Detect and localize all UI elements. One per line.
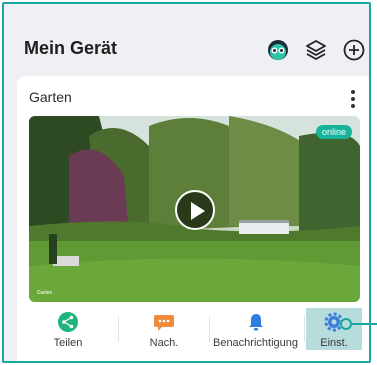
divider (304, 316, 305, 342)
more-options-icon[interactable] (344, 88, 362, 110)
messages-label: Nach. (149, 337, 179, 349)
share-label: Teilen (53, 337, 83, 349)
play-button[interactable] (175, 190, 215, 230)
messages-button[interactable]: Nach. (119, 308, 209, 350)
chat-icon (154, 315, 174, 331)
app-frame: Mein Gerät Garten online Garten Teilen N… (2, 2, 371, 363)
notification-label: Benachrichtigung (212, 337, 298, 349)
online-badge: online (315, 125, 352, 139)
add-circle-icon[interactable] (342, 38, 366, 62)
share-icon (58, 312, 78, 332)
page-title: Mein Gerät (24, 38, 118, 58)
camera-watermark: Garten (37, 290, 53, 296)
camera-preview[interactable]: online Garten (29, 116, 360, 302)
device-name: Garten (29, 89, 72, 105)
notification-button[interactable]: Benachrichtigung (209, 308, 302, 350)
device-card: Garten online Garten Teilen Nach. Benach… (17, 76, 369, 361)
action-bar: Teilen Nach. Benachrichtigung Einst. (23, 308, 366, 354)
owl-icon[interactable] (266, 38, 290, 62)
settings-label: Einst. (320, 337, 348, 349)
bell-icon (248, 314, 263, 331)
layers-icon[interactable] (304, 38, 328, 62)
callout-dot (340, 318, 352, 330)
settings-button[interactable]: Einst. (306, 308, 362, 350)
header: Mein Gerät (4, 4, 369, 72)
share-button[interactable]: Teilen (23, 308, 113, 350)
